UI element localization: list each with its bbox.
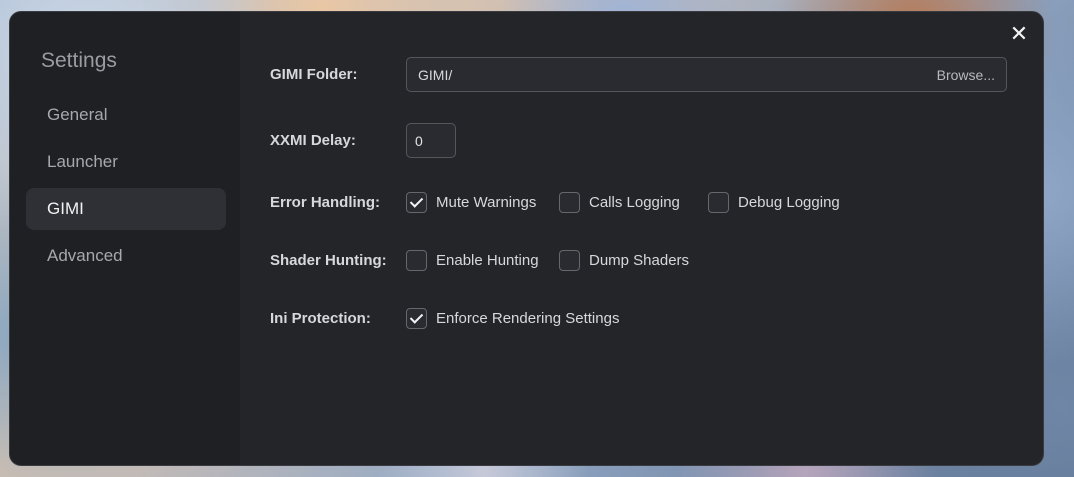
calls-logging-label: Calls Logging xyxy=(589,193,680,211)
enable-hunting-label: Enable Hunting xyxy=(436,251,539,269)
checkmark-icon xyxy=(406,191,427,213)
checkbox-box xyxy=(559,249,580,271)
sidebar: Settings General Launcher GIMI Advanced xyxy=(10,12,240,465)
enforce-rendering-settings-label: Enforce Rendering Settings xyxy=(436,309,620,327)
xxmi-delay-value: 0 xyxy=(415,133,423,149)
settings-dialog: Settings General Launcher GIMI Advanced … xyxy=(9,11,1044,466)
dump-shaders-label: Dump Shaders xyxy=(589,251,690,269)
shader-hunting-label: Shader Hunting: xyxy=(270,252,387,269)
enable-hunting-checkbox[interactable]: Enable Hunting xyxy=(406,248,539,272)
calls-logging-checkbox[interactable]: Calls Logging xyxy=(559,190,680,214)
checkmark-icon xyxy=(406,307,427,329)
mute-warnings-checkbox[interactable]: Mute Warnings xyxy=(406,190,536,214)
gimi-folder-label: GIMI Folder: xyxy=(270,66,358,83)
error-handling-label: Error Handling: xyxy=(270,194,381,211)
mute-warnings-label: Mute Warnings xyxy=(436,193,537,211)
sidebar-title: Settings xyxy=(41,49,117,72)
dump-shaders-checkbox[interactable]: Dump Shaders xyxy=(559,248,689,272)
sidebar-item-launcher[interactable]: Launcher xyxy=(26,141,226,183)
debug-logging-checkbox[interactable]: Debug Logging xyxy=(708,190,840,214)
enforce-rendering-settings-checkbox[interactable]: Enforce Rendering Settings xyxy=(406,306,619,330)
gimi-folder-value: GIMI/ xyxy=(418,67,453,83)
browse-button[interactable]: Browse... xyxy=(937,67,995,83)
gimi-folder-input[interactable]: GIMI/ Browse... xyxy=(406,57,1007,92)
ini-protection-label: Ini Protection: xyxy=(270,310,371,327)
sidebar-item-general[interactable]: General xyxy=(26,94,226,136)
checkbox-box xyxy=(406,249,427,271)
sidebar-item-gimi[interactable]: GIMI xyxy=(26,188,226,230)
checkbox-box xyxy=(708,191,729,213)
checkbox-box xyxy=(559,191,580,213)
xxmi-delay-label: XXMI Delay: xyxy=(270,132,356,149)
xxmi-delay-input[interactable]: 0 xyxy=(406,123,456,158)
close-button[interactable]: ✕ xyxy=(1007,22,1031,46)
debug-logging-label: Debug Logging xyxy=(738,193,840,211)
sidebar-item-advanced[interactable]: Advanced xyxy=(26,235,226,277)
close-icon: ✕ xyxy=(1009,21,1029,46)
